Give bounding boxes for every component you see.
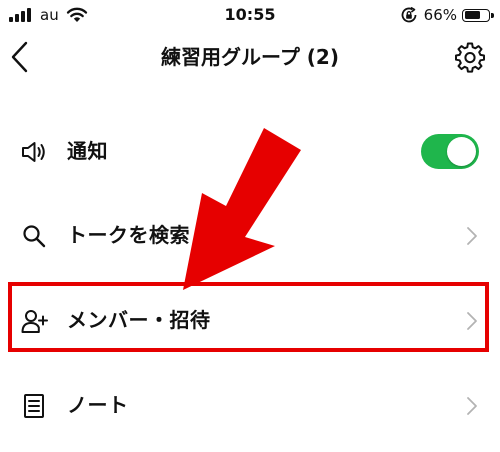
toggle-knob — [447, 137, 476, 166]
screen: au 10:55 66% 練習用グループ (2) 通知 トークを検索 メンバー・… — [0, 0, 500, 452]
menu-item-search-talk[interactable]: トークを検索 — [0, 205, 500, 265]
menu-item-label: ノート — [67, 393, 129, 417]
gear-icon — [455, 42, 485, 73]
status-right: 66% — [400, 5, 494, 25]
page-title: 練習用グループ (2) — [161, 45, 339, 69]
notifications-toggle[interactable] — [421, 134, 479, 169]
header: 練習用グループ (2) — [0, 30, 500, 85]
settings-button[interactable] — [454, 41, 486, 73]
menu-item-notes[interactable]: ノート — [0, 375, 500, 435]
speaker-icon — [20, 138, 48, 166]
menu-item-label: トークを検索 — [67, 223, 190, 247]
menu-item-members-invite[interactable]: メンバー・招待 — [0, 290, 500, 350]
battery-fill — [464, 11, 480, 19]
menu-item-label: 通知 — [67, 139, 108, 163]
note-icon — [20, 392, 48, 420]
search-icon — [20, 222, 48, 250]
chevron-right-icon — [466, 311, 478, 331]
menu-item-label: メンバー・招待 — [67, 308, 211, 332]
add-member-icon — [20, 307, 48, 335]
battery-icon — [462, 8, 494, 22]
menu-item-notifications[interactable]: 通知 — [0, 121, 500, 181]
battery-percent: 66% — [423, 6, 457, 24]
battery-cap — [491, 12, 494, 18]
chevron-right-icon — [466, 226, 478, 246]
chevron-right-icon — [466, 396, 478, 416]
status-bar: au 10:55 66% — [0, 0, 500, 30]
rotation-lock-icon — [401, 6, 417, 23]
